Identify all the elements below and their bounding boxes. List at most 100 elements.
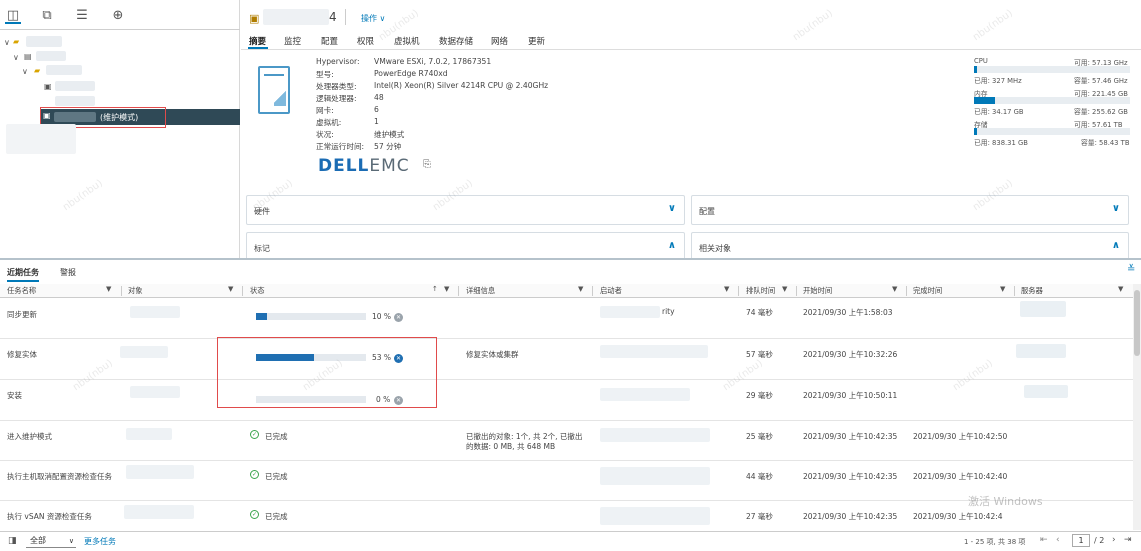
- start-time: 2021/09/30 上午10:50:11: [803, 391, 898, 400]
- column-object[interactable]: 对象: [128, 286, 143, 296]
- page-total: / 2: [1094, 536, 1105, 545]
- tab-permissions[interactable]: 权限: [357, 35, 374, 47]
- column-completion-time[interactable]: 完成时间: [913, 286, 942, 296]
- column-task-name[interactable]: 任务名称: [7, 286, 36, 296]
- chevron-up-icon[interactable]: ∧: [668, 240, 676, 251]
- start-time: 2021/09/30 上午10:42:35: [803, 432, 898, 441]
- table-row[interactable]: 执行主机取消配置资源检查任务 ✓ 已完成 44 毫秒 2021/09/30 上午…: [0, 461, 1133, 501]
- filter-icon[interactable]: ▼: [444, 285, 449, 293]
- tasks-grid-header: 任务名称 ▼ 对象 ▼ 状态 ↑ ▼ 详细信息 ▼ 启动者 ▼ 排队时间 ▼ 开…: [0, 284, 1133, 298]
- collapse-panel-icon[interactable]: ≚: [1127, 264, 1135, 275]
- vms-templates-icon[interactable]: ⧉: [39, 8, 55, 24]
- filter-icon[interactable]: ▼: [1118, 285, 1123, 293]
- actions-menu[interactable]: 操作 ∨: [361, 13, 385, 24]
- network-icon[interactable]: ⊕: [110, 8, 126, 24]
- dell-emc-logo: DELLEMC: [318, 156, 410, 176]
- object-redacted: [126, 428, 172, 440]
- page-number-input[interactable]: 1: [1072, 534, 1090, 547]
- table-row[interactable]: 修复实体 53 % ✕ 修复实体或集群 57 毫秒 2021/09/30 上午1…: [0, 339, 1133, 380]
- tab-monitor[interactable]: 监控: [284, 35, 301, 47]
- host-maintenance-icon: ▣: [249, 12, 260, 25]
- label-nics: 网卡:: [316, 106, 334, 115]
- tab-networks[interactable]: 网络: [491, 35, 508, 47]
- previous-page-icon[interactable]: ‹: [1056, 535, 1060, 545]
- cpu-label: CPU: [974, 57, 988, 65]
- column-divider[interactable]: [906, 286, 907, 296]
- task-name: 进入维护模式: [7, 432, 52, 441]
- related-objects-card[interactable]: 相关对象 ∧: [691, 232, 1129, 260]
- queued-for: 44 毫秒: [746, 472, 773, 481]
- filter-icon[interactable]: ▼: [782, 285, 787, 293]
- filter-icon[interactable]: ▼: [578, 285, 583, 293]
- expand-icon[interactable]: ∨: [4, 38, 10, 47]
- last-page-icon[interactable]: ⇥: [1124, 535, 1132, 545]
- filter-icon[interactable]: ▼: [892, 285, 897, 293]
- vendor-icon: ⎘: [423, 159, 431, 170]
- task-progress-fill: [256, 313, 267, 320]
- expand-icon[interactable]: ∨: [22, 67, 28, 76]
- storage-icon[interactable]: ☰: [74, 8, 90, 24]
- host-server-icon: [258, 66, 290, 114]
- tags-card[interactable]: 标记 ∧: [246, 232, 685, 260]
- tab-vms[interactable]: 虚拟机: [394, 35, 420, 47]
- table-row[interactable]: 同步更新 10 % ✕ rity 74 毫秒 2021/09/30 上午1:58…: [0, 298, 1133, 339]
- task-filter-select[interactable]: 全部 ∨: [26, 534, 76, 548]
- column-divider[interactable]: [738, 286, 739, 296]
- tasks-footer: ◨ 全部 ∨ 更多任务 1 - 25 项, 共 38 项 ⇤ ‹ 1 / 2 › …: [0, 531, 1141, 551]
- column-status[interactable]: 状态: [250, 286, 265, 296]
- column-divider[interactable]: [458, 286, 459, 296]
- column-divider[interactable]: [121, 286, 122, 296]
- configuration-card-title: 配置: [699, 207, 715, 216]
- more-tasks-link[interactable]: 更多任务: [84, 536, 116, 547]
- cancel-task-icon[interactable]: ✕: [394, 313, 403, 322]
- column-divider[interactable]: [592, 286, 593, 296]
- table-row[interactable]: 进入维护模式 ✓ 已完成 已撤出的对象: 1个, 共 2个, 已撤出 的数据: …: [0, 421, 1133, 461]
- host-icon: ▣: [44, 82, 52, 91]
- sort-ascending-icon[interactable]: ↑: [432, 285, 438, 293]
- column-divider[interactable]: [796, 286, 797, 296]
- task-name: 执行 vSAN 资源检查任务: [7, 512, 92, 521]
- datacenter-name-redacted[interactable]: [36, 51, 66, 61]
- completed-check-icon: ✓: [250, 510, 259, 519]
- next-page-icon[interactable]: ›: [1112, 535, 1116, 545]
- host-name-redacted[interactable]: [55, 81, 95, 91]
- cluster-name-redacted[interactable]: [46, 65, 82, 75]
- memory-usage-fill: [974, 97, 995, 104]
- tab-configure[interactable]: 配置: [321, 35, 338, 47]
- column-divider[interactable]: [242, 286, 243, 296]
- tab-alarms[interactable]: 警报: [60, 267, 76, 278]
- filter-icon[interactable]: ▼: [228, 285, 233, 293]
- vcenter-name-redacted[interactable]: [26, 36, 62, 47]
- filter-icon[interactable]: ▼: [1000, 285, 1005, 293]
- column-toggle-icon[interactable]: ◨: [8, 536, 17, 546]
- column-server[interactable]: 服务器: [1021, 286, 1043, 296]
- column-start-time[interactable]: 开始时间: [803, 286, 832, 296]
- hardware-card[interactable]: 硬件 ∨: [246, 195, 685, 225]
- column-details[interactable]: 详细信息: [466, 286, 495, 296]
- storage-used: 已用: 838.31 GB: [974, 139, 1028, 147]
- tab-recent-tasks[interactable]: 近期任务: [7, 267, 39, 282]
- table-row[interactable]: 执行 vSAN 资源检查任务 ✓ 已完成 27 毫秒 2021/09/30 上午…: [0, 501, 1133, 531]
- initiator-redacted: [600, 428, 710, 442]
- tab-datastores[interactable]: 数据存储: [439, 35, 473, 47]
- chevron-up-icon[interactable]: ∧: [1112, 240, 1120, 251]
- first-page-icon[interactable]: ⇤: [1040, 535, 1048, 545]
- tab-updates[interactable]: 更新: [528, 35, 545, 47]
- column-initiator[interactable]: 启动者: [600, 286, 622, 296]
- filter-icon[interactable]: ▼: [106, 285, 111, 293]
- scrollbar-thumb[interactable]: [1134, 290, 1140, 356]
- configuration-card[interactable]: 配置 ∨: [691, 195, 1129, 225]
- filter-icon[interactable]: ▼: [724, 285, 729, 293]
- vsphere-client: ◫ ⧉ ☰ ⊕ ∨ ▰ ∨ ▤ ∨ ▰ ▣ ▣ (维护模式) ▣ 4 操作 ∨ …: [0, 0, 1141, 551]
- value-nics: 6: [374, 105, 379, 114]
- host-name-redacted[interactable]: [55, 96, 95, 106]
- chevron-down-icon[interactable]: ∨: [1112, 203, 1120, 214]
- tab-summary[interactable]: 摘要: [249, 35, 266, 47]
- column-divider[interactable]: [1014, 286, 1015, 296]
- hosts-clusters-icon[interactable]: ◫: [5, 8, 21, 24]
- column-queued-for[interactable]: 排队时间: [746, 286, 775, 296]
- value-model: PowerEdge R740xd: [374, 69, 448, 78]
- label-uptime: 正常运行时间:: [316, 142, 365, 151]
- expand-icon[interactable]: ∨: [13, 53, 19, 62]
- chevron-down-icon[interactable]: ∨: [668, 203, 676, 214]
